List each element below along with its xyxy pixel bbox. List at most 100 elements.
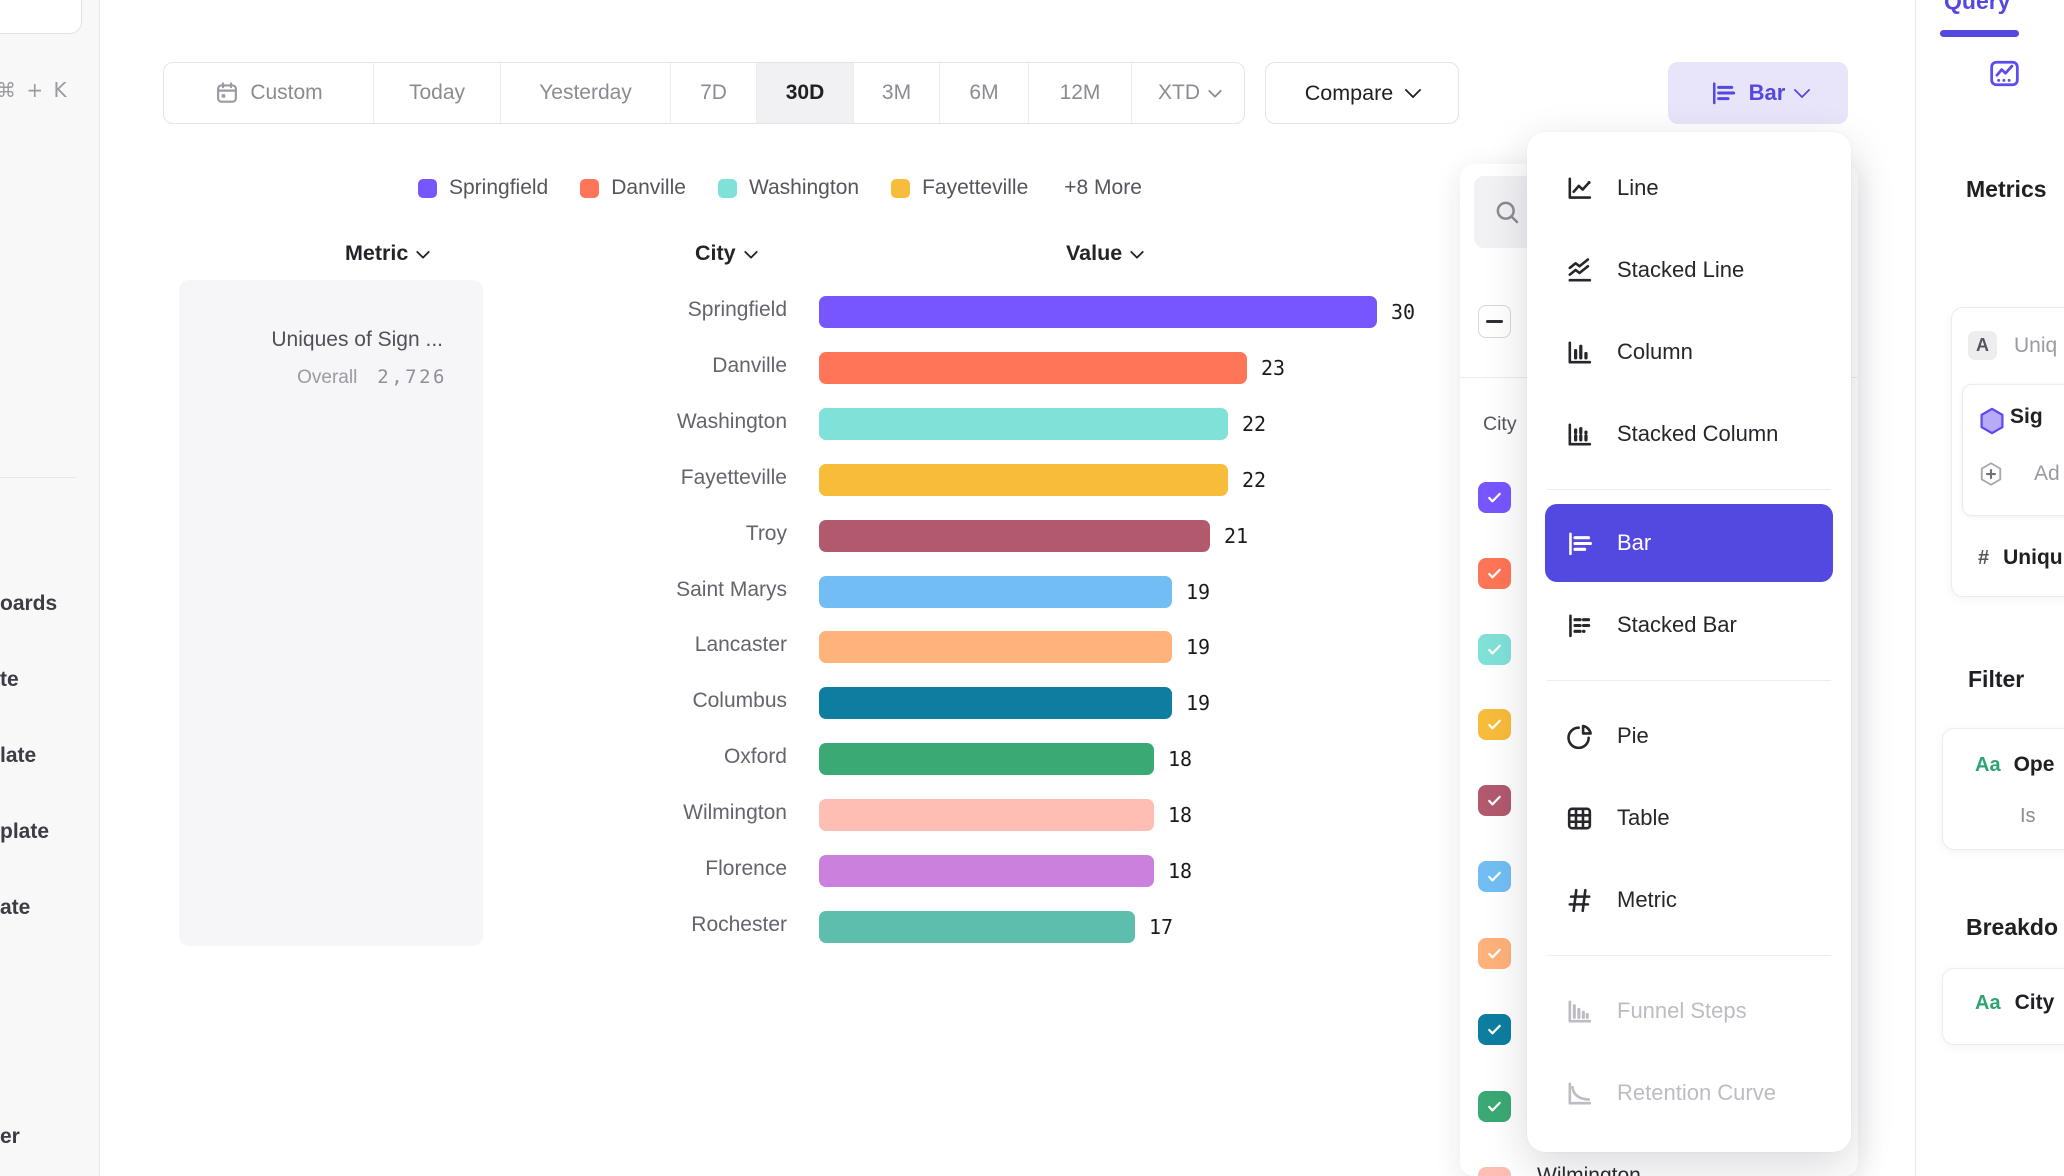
- chart-image-icon[interactable]: [1987, 56, 2022, 91]
- event-card[interactable]: Sig Ad: [1962, 384, 2064, 516]
- column-header-value[interactable]: Value: [1066, 241, 1142, 266]
- legend-item-danville[interactable]: Danville: [580, 176, 686, 200]
- menu-item-label: Table: [1617, 805, 1670, 831]
- legend-swatch: [718, 179, 737, 198]
- bar-rochester[interactable]: [819, 911, 1135, 943]
- sidebar-item[interactable]: plate: [0, 820, 49, 844]
- bar-oxford[interactable]: [819, 743, 1154, 775]
- bar-value-label: 19: [1186, 691, 1210, 715]
- event-row[interactable]: Sig: [1976, 405, 2043, 429]
- metric-card-title: Uniques of Sign ...: [179, 328, 443, 352]
- menu-item-table[interactable]: Table: [1527, 777, 1851, 859]
- bar-chart-icon: [1708, 78, 1738, 108]
- stacked-column-icon: [1564, 419, 1595, 450]
- date-range-7d[interactable]: 7D: [670, 63, 756, 123]
- tab-query[interactable]: Query: [1944, 0, 2010, 15]
- metric-row-a[interactable]: A Uniq: [1968, 331, 2057, 360]
- menu-item-line[interactable]: Line: [1527, 147, 1851, 229]
- city-checkbox[interactable]: [1478, 785, 1511, 816]
- bar-value-label: 19: [1186, 580, 1210, 604]
- chevron-down-icon: [1130, 244, 1144, 258]
- compare-button[interactable]: Compare: [1265, 62, 1459, 124]
- bar-danville[interactable]: [819, 352, 1247, 384]
- legend-more-button[interactable]: +8 More: [1064, 176, 1142, 200]
- filter-condition[interactable]: Is i: [2020, 805, 2064, 828]
- date-range-label: 6M: [969, 81, 998, 105]
- sidebar-item[interactable]: er: [0, 1125, 20, 1149]
- menu-item-funnel-steps: Funnel Steps: [1527, 970, 1851, 1052]
- hexagon-plus-icon: [1976, 459, 2006, 489]
- date-range-xtd[interactable]: XTD: [1131, 63, 1245, 123]
- breakdown-row[interactable]: Aa City: [1975, 991, 2054, 1015]
- menu-item-label: Pie: [1617, 723, 1649, 749]
- sidebar-item[interactable]: te: [0, 668, 19, 692]
- menu-divider: [1547, 680, 1831, 681]
- date-range-3m[interactable]: 3M: [853, 63, 939, 123]
- filter-row[interactable]: Aa Ope: [1975, 753, 2054, 777]
- menu-item-stacked-line[interactable]: Stacked Line: [1527, 229, 1851, 311]
- city-checkbox[interactable]: [1478, 1014, 1511, 1045]
- bar-washington[interactable]: [819, 408, 1228, 440]
- sidebar-item[interactable]: ate: [0, 896, 30, 920]
- bar-columbus[interactable]: [819, 687, 1172, 719]
- add-event-row[interactable]: Ad: [1976, 459, 2060, 489]
- bar-chart-icon: [1708, 78, 1738, 108]
- city-checkbox[interactable]: [1478, 634, 1511, 665]
- legend-item-springfield[interactable]: Springfield: [418, 176, 548, 200]
- date-range-12m[interactable]: 12M: [1028, 63, 1131, 123]
- date-range-label: XTD: [1158, 81, 1200, 105]
- menu-item-stacked-bar[interactable]: Stacked Bar: [1527, 584, 1851, 666]
- city-checkbox[interactable]: [1478, 1167, 1511, 1176]
- sidebar-item[interactable]: oards: [0, 592, 57, 616]
- metric-icon: [1564, 885, 1595, 916]
- filter-operator: Is: [2020, 805, 2036, 828]
- legend-item-washington[interactable]: Washington: [718, 176, 859, 200]
- date-range-yesterday[interactable]: Yesterday: [500, 63, 670, 123]
- deselect-all-checkbox[interactable]: [1478, 305, 1511, 338]
- date-range-today[interactable]: Today: [373, 63, 500, 123]
- date-range-custom[interactable]: Custom: [164, 63, 373, 123]
- city-checkbox[interactable]: [1478, 861, 1511, 892]
- legend-item-fayetteville[interactable]: Fayetteville: [891, 176, 1028, 200]
- column-header-city[interactable]: City: [695, 241, 756, 266]
- chart-type-button[interactable]: Bar: [1668, 62, 1848, 124]
- city-checkbox[interactable]: [1478, 1091, 1511, 1122]
- legend-label: Fayetteville: [922, 176, 1028, 200]
- bar-saint-marys[interactable]: [819, 576, 1172, 608]
- metric-card[interactable]: Uniques of Sign ... Overall 2,726: [179, 280, 483, 946]
- bar-springfield[interactable]: [819, 296, 1377, 328]
- filter-card[interactable]: Aa Ope Is i: [1942, 728, 2064, 850]
- metrics-card[interactable]: A Uniq Sig Ad # Uniqu: [1951, 307, 2064, 597]
- menu-item-column[interactable]: Column: [1527, 311, 1851, 393]
- menu-item-pie[interactable]: Pie: [1527, 695, 1851, 777]
- bar-florence[interactable]: [819, 855, 1154, 887]
- menu-item-bar[interactable]: Bar: [1545, 504, 1833, 582]
- menu-item-label: Stacked Column: [1617, 421, 1778, 447]
- city-checkbox[interactable]: [1478, 938, 1511, 969]
- text-type-icon: Aa: [1975, 992, 2001, 1015]
- bar-fayetteville[interactable]: [819, 464, 1228, 496]
- bar-row-label: Troy: [545, 522, 787, 546]
- pie-chart-icon: [1564, 721, 1595, 752]
- city-checkbox[interactable]: [1478, 709, 1511, 740]
- menu-item-stacked-column[interactable]: Stacked Column: [1527, 393, 1851, 475]
- city-checkbox[interactable]: [1478, 558, 1511, 589]
- bar-wilmington[interactable]: [819, 799, 1154, 831]
- menu-item-metric[interactable]: Metric: [1527, 859, 1851, 941]
- chart-image-icon: [1987, 56, 2022, 91]
- bar-troy[interactable]: [819, 520, 1210, 552]
- column-header-metric[interactable]: Metric: [345, 241, 428, 266]
- chart-legend: Springfield Danville Washington Fayettevill…: [418, 176, 1142, 200]
- sidebar-search-box[interactable]: [0, 0, 82, 34]
- breakdown-card[interactable]: Aa City: [1942, 968, 2064, 1045]
- date-range-6m[interactable]: 6M: [939, 63, 1028, 123]
- bar-value-label: 22: [1242, 468, 1266, 492]
- legend-swatch: [891, 179, 910, 198]
- bar-lancaster[interactable]: [819, 631, 1172, 663]
- hexagon-icon: [1976, 405, 2008, 437]
- date-range-30d[interactable]: 30D: [756, 63, 853, 123]
- count-row[interactable]: # Uniqu: [1978, 546, 2063, 570]
- keyboard-shortcut-hint: ⌘ + K: [0, 78, 69, 102]
- sidebar-item[interactable]: late: [0, 744, 36, 768]
- city-checkbox[interactable]: [1478, 482, 1511, 513]
